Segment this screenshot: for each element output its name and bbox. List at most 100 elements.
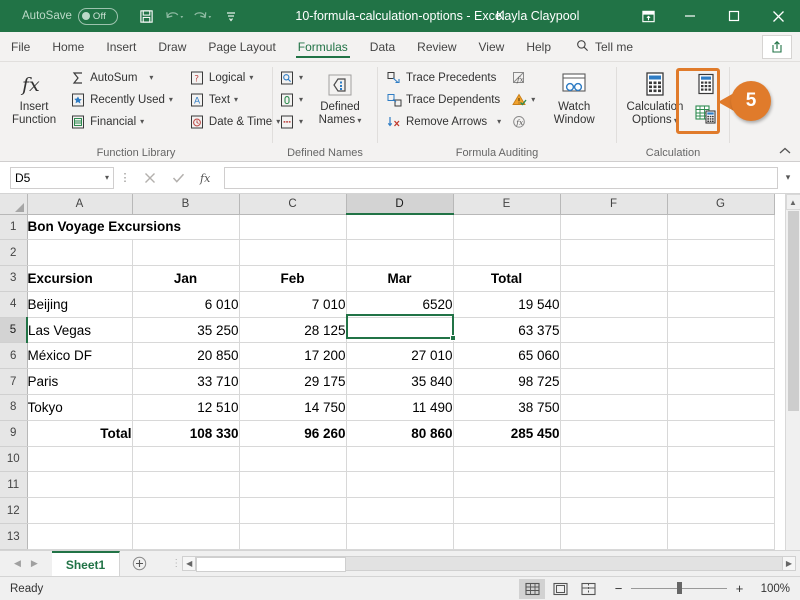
row-header-11[interactable]: 11: [0, 471, 28, 499]
tell-me-search[interactable]: Tell me: [568, 32, 641, 61]
chevron-down-icon[interactable]: ▾: [140, 118, 144, 126]
cell-g10[interactable]: [667, 446, 775, 473]
cell-a12[interactable]: [27, 497, 133, 525]
sheet-tab-sheet1[interactable]: Sheet1: [51, 551, 121, 576]
cell-b2[interactable]: [132, 239, 240, 267]
chevron-down-icon[interactable]: ▾: [355, 116, 361, 125]
tab-insert[interactable]: Insert: [95, 32, 147, 61]
tab-view[interactable]: View: [468, 32, 516, 61]
cell-b13[interactable]: [132, 523, 240, 550]
cell-a9[interactable]: Total: [27, 420, 133, 447]
row-header-4[interactable]: 4: [0, 291, 28, 318]
cell-b6[interactable]: 20 850: [132, 342, 240, 370]
cell-f2[interactable]: [560, 239, 668, 267]
zoom-slider[interactable]: [631, 582, 727, 594]
cell-f12[interactable]: [560, 497, 668, 525]
cell-c3[interactable]: Feb: [239, 265, 347, 292]
watch-window-button[interactable]: Watch Window: [543, 67, 605, 129]
evaluate-formula-button[interactable]: fx: [507, 111, 539, 133]
cell-f5[interactable]: [560, 317, 668, 344]
select-all-corner[interactable]: [0, 194, 28, 215]
chevron-down-icon[interactable]: ▾: [149, 74, 153, 82]
expand-formula-bar-icon[interactable]: ▾: [780, 172, 796, 183]
scroll-left-arrow-icon[interactable]: ◀: [182, 556, 197, 571]
cell-c8[interactable]: 14 750: [239, 394, 347, 421]
cell-d11[interactable]: [346, 471, 454, 499]
next-sheet-icon[interactable]: ▶: [31, 558, 38, 569]
tab-home[interactable]: Home: [41, 32, 95, 61]
tab-formulas[interactable]: Formulas: [287, 32, 359, 61]
cell-a4[interactable]: Beijing: [27, 291, 133, 318]
cell-g1[interactable]: [667, 214, 775, 241]
row-header-2[interactable]: 2: [0, 239, 28, 267]
row-header-5[interactable]: 5: [0, 317, 28, 344]
tab-page-layout[interactable]: Page Layout: [197, 32, 286, 61]
vertical-scroll-thumb[interactable]: [787, 211, 799, 411]
column-header-f[interactable]: F: [560, 194, 668, 215]
horizontal-scroll-track[interactable]: [196, 556, 782, 572]
name-manager-button[interactable]: ▾: [275, 67, 307, 89]
chevron-down-icon[interactable]: ▾: [531, 96, 535, 104]
cell-f3[interactable]: [560, 265, 668, 292]
restore-icon[interactable]: [712, 0, 756, 32]
trace-dependents-button[interactable]: Trace Dependents: [382, 89, 505, 111]
date-time-button[interactable]: Date & Time ▾: [185, 111, 284, 133]
cell-d5[interactable]: [346, 317, 454, 344]
chevron-down-icon[interactable]: ▾: [497, 118, 501, 126]
column-header-g[interactable]: G: [667, 194, 775, 215]
cell-d3[interactable]: Mar: [346, 265, 454, 292]
calculate-now-button[interactable]: [691, 69, 721, 99]
cell-b10[interactable]: [132, 446, 240, 473]
cell-c10[interactable]: [239, 446, 347, 473]
save-icon[interactable]: [134, 3, 160, 29]
scroll-up-arrow-icon[interactable]: ▲: [785, 194, 800, 210]
cell-b11[interactable]: [132, 471, 240, 499]
cell-f7[interactable]: [560, 368, 668, 396]
chevron-down-icon[interactable]: ▾: [299, 74, 303, 82]
cell-f8[interactable]: [560, 394, 668, 421]
chevron-down-icon[interactable]: ▾: [299, 118, 303, 126]
cell-a5[interactable]: Las Vegas: [27, 317, 133, 344]
trace-precedents-button[interactable]: Trace Precedents: [382, 67, 505, 89]
cell-f11[interactable]: [560, 471, 668, 499]
cell-e13[interactable]: [453, 523, 561, 550]
cell-c12[interactable]: [239, 497, 347, 525]
cell-a13[interactable]: [27, 523, 133, 550]
ribbon-display-options-icon[interactable]: [628, 0, 668, 32]
cell-d1[interactable]: [346, 214, 454, 241]
financial-button[interactable]: Financial ▾: [66, 111, 177, 133]
show-formulas-button[interactable]: fx: [507, 67, 539, 89]
cell-e5[interactable]: 63 375: [453, 317, 561, 344]
chevron-down-icon[interactable]: ▾: [105, 173, 109, 182]
cell-f1[interactable]: [560, 214, 668, 241]
cell-d12[interactable]: [346, 497, 454, 525]
row-header-12[interactable]: 12: [0, 497, 28, 525]
tab-draw[interactable]: Draw: [147, 32, 197, 61]
normal-view-icon[interactable]: [519, 578, 545, 599]
cell-e11[interactable]: [453, 471, 561, 499]
cell-d8[interactable]: 11 490: [346, 394, 454, 421]
cell-f10[interactable]: [560, 446, 668, 473]
zoom-level-label[interactable]: 100%: [752, 583, 790, 595]
cell-g4[interactable]: [667, 291, 775, 318]
define-name-button[interactable]: ▾: [275, 89, 307, 111]
tab-help[interactable]: Help: [515, 32, 562, 61]
row-header-3[interactable]: 3: [0, 265, 28, 292]
cell-a3[interactable]: Excursion: [27, 265, 133, 292]
cell-a10[interactable]: [27, 446, 133, 473]
previous-sheet-icon[interactable]: ◀: [14, 558, 21, 569]
column-header-e[interactable]: E: [453, 194, 561, 215]
column-header-a[interactable]: A: [27, 194, 133, 215]
cell-b8[interactable]: 12 510: [132, 394, 240, 421]
cell-b3[interactable]: Jan: [132, 265, 240, 292]
cell-f13[interactable]: [560, 523, 668, 550]
redo-icon[interactable]: [190, 3, 216, 29]
calculate-sheet-button[interactable]: [691, 99, 721, 129]
chevron-down-icon[interactable]: ▾: [672, 116, 678, 125]
cell-e12[interactable]: [453, 497, 561, 525]
insert-function-fx-icon[interactable]: fx: [192, 167, 220, 189]
use-in-formula-button[interactable]: ▾: [275, 111, 307, 133]
cell-d4[interactable]: 6520: [346, 291, 454, 318]
cell-g13[interactable]: [667, 523, 775, 550]
row-header-7[interactable]: 7: [0, 368, 28, 396]
